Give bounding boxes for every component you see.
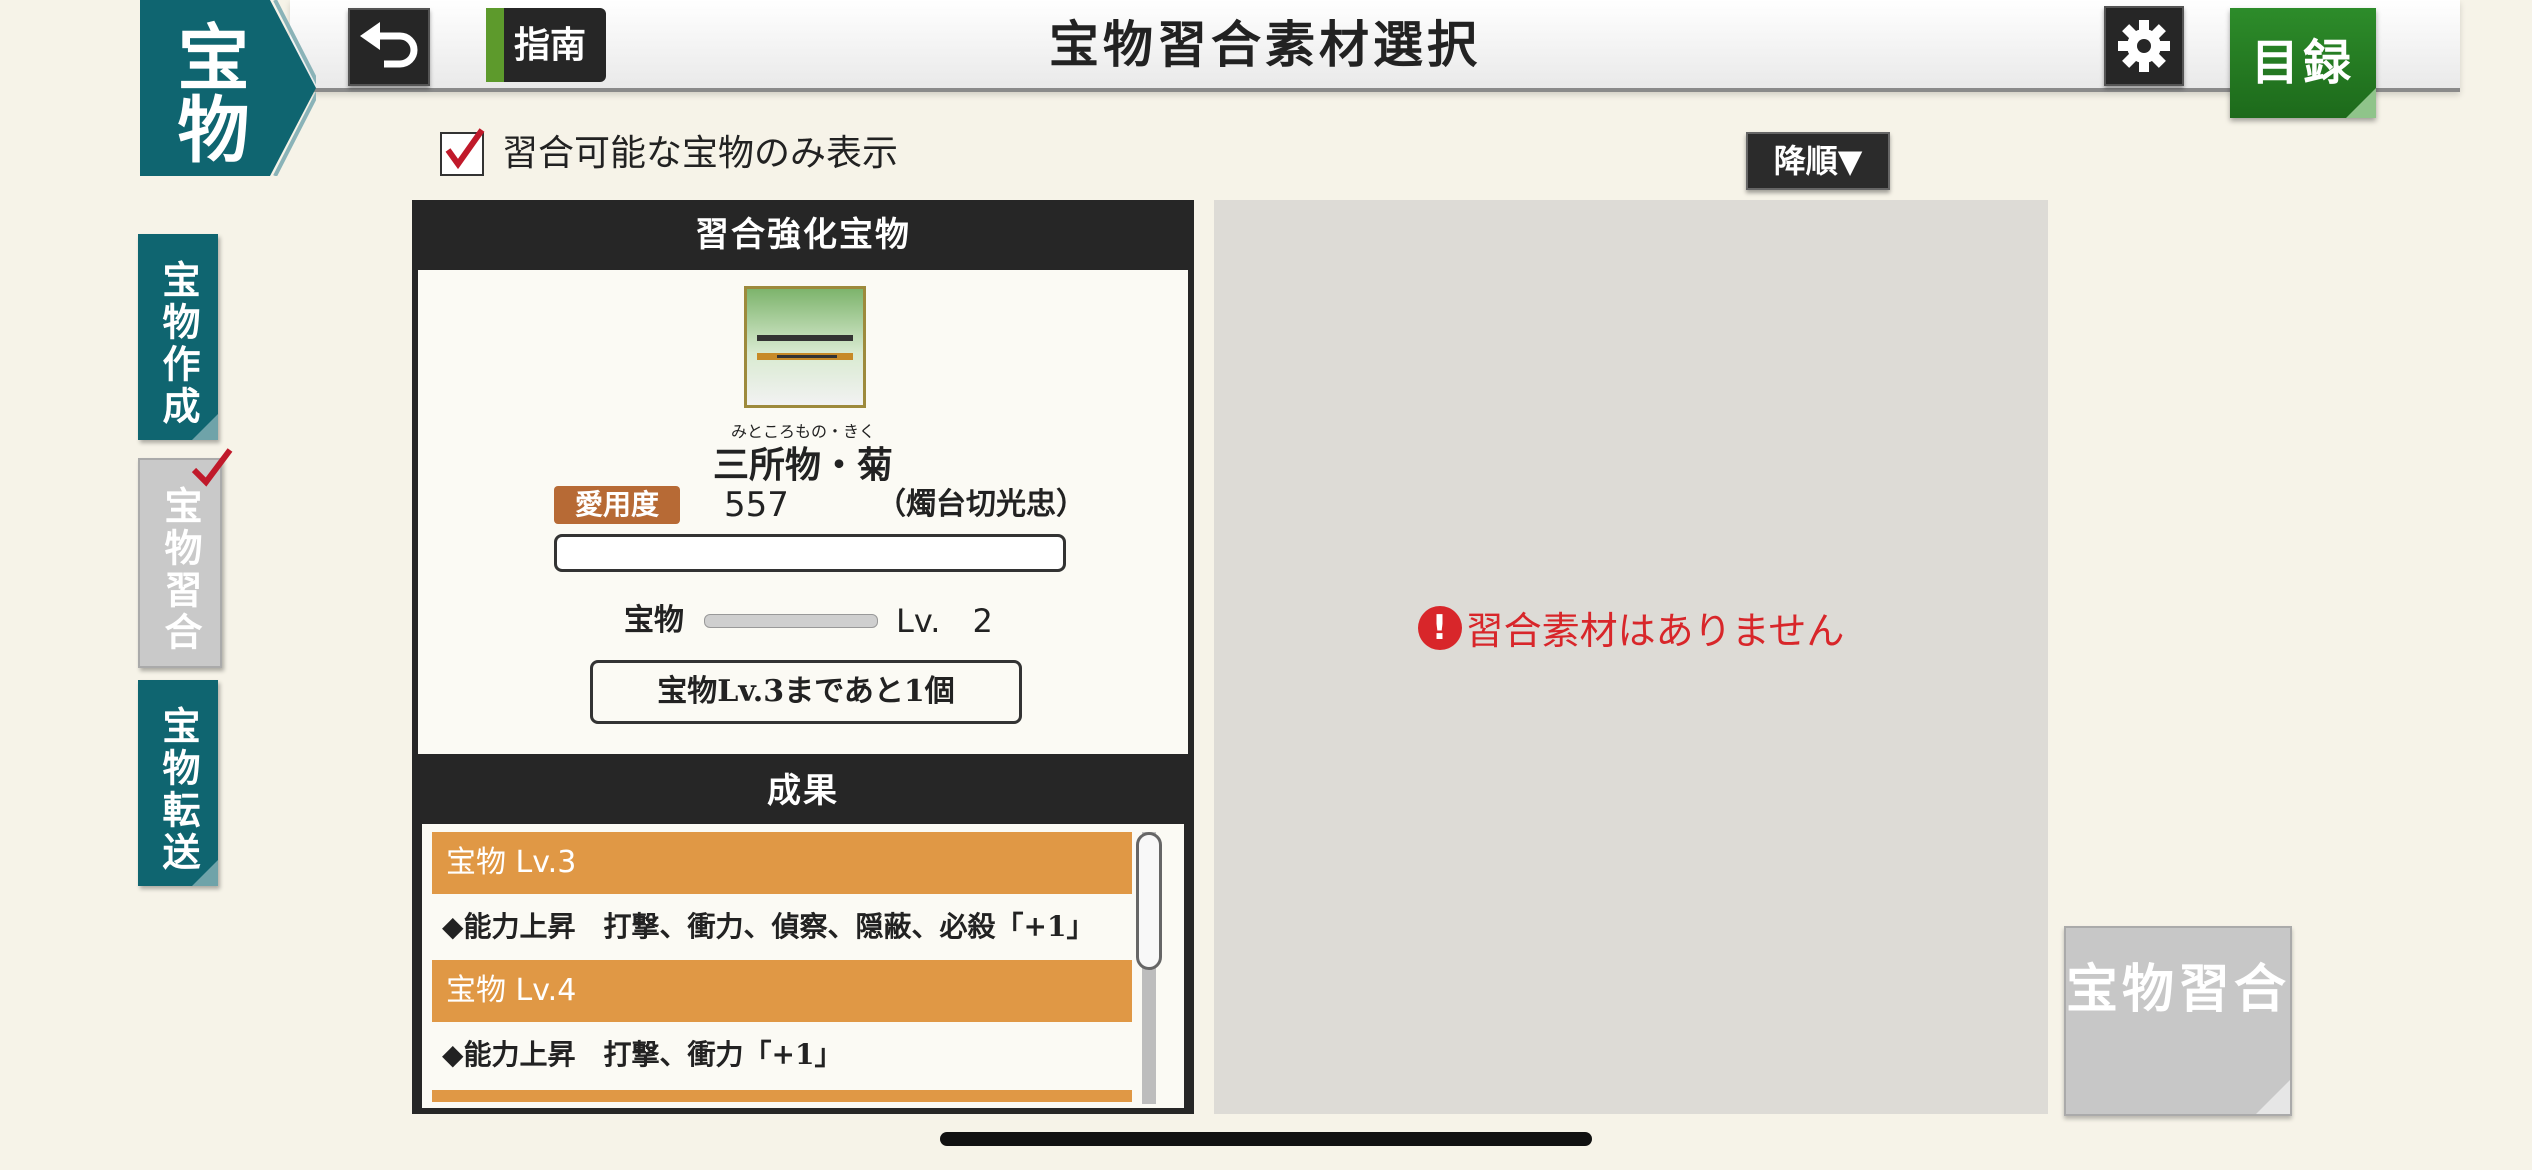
guide-bar [486, 8, 504, 82]
affinity-bar [554, 534, 1066, 572]
results-list[interactable]: 宝物 Lv.3 ◆能力上昇 打撃、衝力、偵察、隠蔽、必殺「+1」 宝物 Lv.4… [422, 824, 1184, 1108]
enhance-panel-header: 習合強化宝物 [695, 215, 911, 255]
enhance-item-card: みところもの・きく 三所物・菊 愛用度 557 （燭台切光忠） 宝物 Lv. 2… [418, 270, 1188, 754]
home-indicator[interactable] [940, 1132, 1592, 1146]
result-level-header: 宝物 Lv.3 [432, 832, 1132, 894]
tab-treasure-merge[interactable]: 宝物習合 [138, 448, 233, 668]
sword-name: （燭台切光忠） [876, 487, 1086, 522]
catalog-button[interactable]: 目録 [2230, 8, 2376, 118]
filter-label: 習合可能な宝物のみ表示 [502, 133, 899, 174]
check-icon [445, 128, 485, 170]
affinity-badge: 愛用度 [554, 486, 680, 524]
tab-treasure-create[interactable]: 宝物作成 [138, 234, 218, 440]
level-label: 宝物 [624, 603, 684, 638]
level-progress-bar [704, 614, 878, 628]
filter-checkbox[interactable] [440, 128, 485, 176]
next-level-info: 宝物Lv.3まであと1個 [590, 660, 1022, 724]
selected-check-icon [191, 448, 233, 487]
result-row-partial [432, 1090, 1132, 1102]
corner-fold [2346, 88, 2376, 118]
tab-treasure-transfer[interactable]: 宝物転送 [138, 680, 218, 886]
corner-fold [2256, 1080, 2290, 1114]
corner-fold [192, 860, 218, 886]
sort-order-button[interactable]: 降順▼ [1746, 132, 1890, 190]
gear-icon [2118, 20, 2170, 72]
treasure-image [757, 335, 853, 360]
enhance-panel: 習合強化宝物 みところもの・きく 三所物・菊 愛用度 557 （燭台切光忠） 宝… [412, 200, 1194, 1114]
empty-message: ! 習合素材はありません [1214, 600, 2048, 655]
merge-treasure-button[interactable]: 宝物習合 [2064, 926, 2292, 1116]
back-button[interactable] [348, 8, 430, 86]
results-header: 成果 [767, 771, 839, 811]
corner-fold [192, 414, 218, 440]
page-title: 宝物習合素材選択 [1049, 15, 1481, 74]
settings-button[interactable] [2104, 6, 2184, 86]
tab-label: 宝物作成 [156, 260, 201, 428]
tab-label: 宝物転送 [156, 706, 201, 874]
result-level-header: 宝物 Lv.4 [432, 960, 1132, 1022]
category-tab-treasure: 宝物 [140, 0, 316, 176]
item-name: 三所物・菊 [712, 444, 893, 486]
tab-label: 宝物習合 [158, 486, 203, 654]
empty-message-text: 習合素材はありません [1465, 609, 1845, 653]
affinity-value: 557 [724, 485, 789, 525]
material-panel: ! 習合素材はありません [1214, 200, 2048, 1114]
guide-button[interactable]: 指南 [486, 8, 606, 82]
result-description: ◆能力上昇 打撃、衝力、偵察、隠蔽、必殺「+1」 [442, 910, 1095, 943]
category-tab-label: 宝物 [165, 20, 250, 164]
level-text: Lv. 2 [896, 602, 993, 640]
result-description: ◆能力上昇 打撃、衝力「+1」 [442, 1038, 843, 1071]
treasure-thumbnail[interactable] [744, 286, 866, 408]
back-arrow-icon [360, 22, 418, 68]
guide-label: 指南 [514, 24, 587, 66]
scrollbar-thumb[interactable] [1136, 832, 1162, 970]
alert-icon: ! [1417, 605, 1462, 650]
